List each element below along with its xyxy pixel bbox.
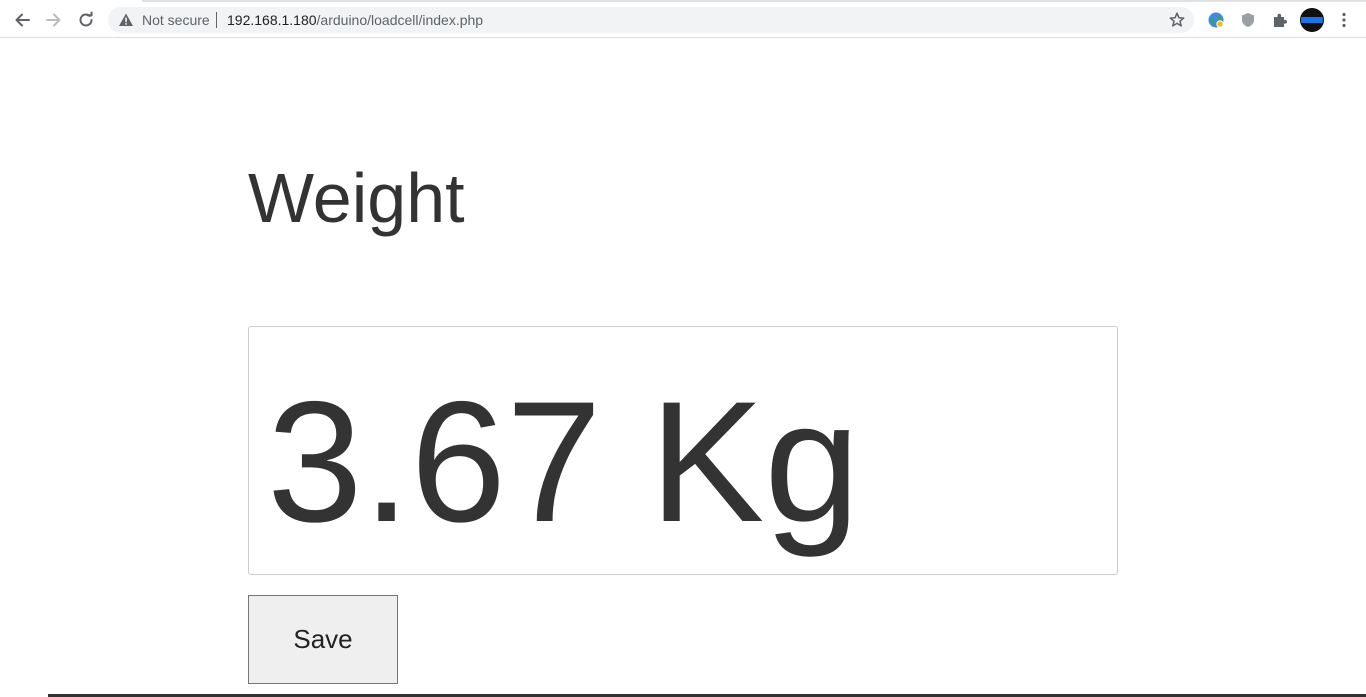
profile-button[interactable] (1300, 8, 1324, 32)
tab-strip-edge (0, 0, 1366, 2)
url-host: 192.168.1.180 (227, 12, 317, 28)
weight-display-box: 3.67 Kg (248, 326, 1118, 575)
kebab-menu-icon (1342, 12, 1346, 28)
reload-button[interactable] (74, 8, 98, 32)
back-button[interactable] (10, 8, 34, 32)
shield-extension-icon (1242, 13, 1254, 27)
url-path: /arduino/loadcell/index.php (316, 12, 484, 28)
profile-avatar (1300, 8, 1324, 32)
address-bar[interactable]: Not secure 192.168.1.180/arduino/loadcel… (108, 7, 1194, 33)
active-tab-edge (0, 0, 142, 2)
browser-menu-button[interactable] (1334, 10, 1354, 30)
forward-arrow-icon (46, 13, 61, 27)
puzzle-icon (1274, 13, 1287, 27)
back-arrow-icon (15, 13, 30, 27)
forward-button[interactable] (42, 8, 66, 32)
shield-extension-button[interactable] (1238, 10, 1258, 30)
url-text[interactable]: 192.168.1.180/arduino/loadcell/index.php (227, 12, 483, 28)
reload-icon (79, 11, 93, 27)
warning-icon[interactable] (118, 12, 134, 28)
save-button[interactable]: Save (248, 595, 398, 684)
security-status-label[interactable]: Not secure (142, 12, 210, 28)
omnibox-separator (216, 12, 217, 28)
weight-value: 3.67 Kg (267, 366, 860, 558)
globe-extension-icon (1208, 12, 1224, 28)
extensions-button[interactable] (1270, 10, 1290, 30)
globe-extension-button[interactable] (1206, 10, 1226, 30)
page-title: Weight (248, 159, 465, 237)
bookmark-star-icon[interactable] (1168, 11, 1186, 29)
browser-toolbar: Not secure 192.168.1.180/arduino/loadcel… (0, 0, 1366, 38)
